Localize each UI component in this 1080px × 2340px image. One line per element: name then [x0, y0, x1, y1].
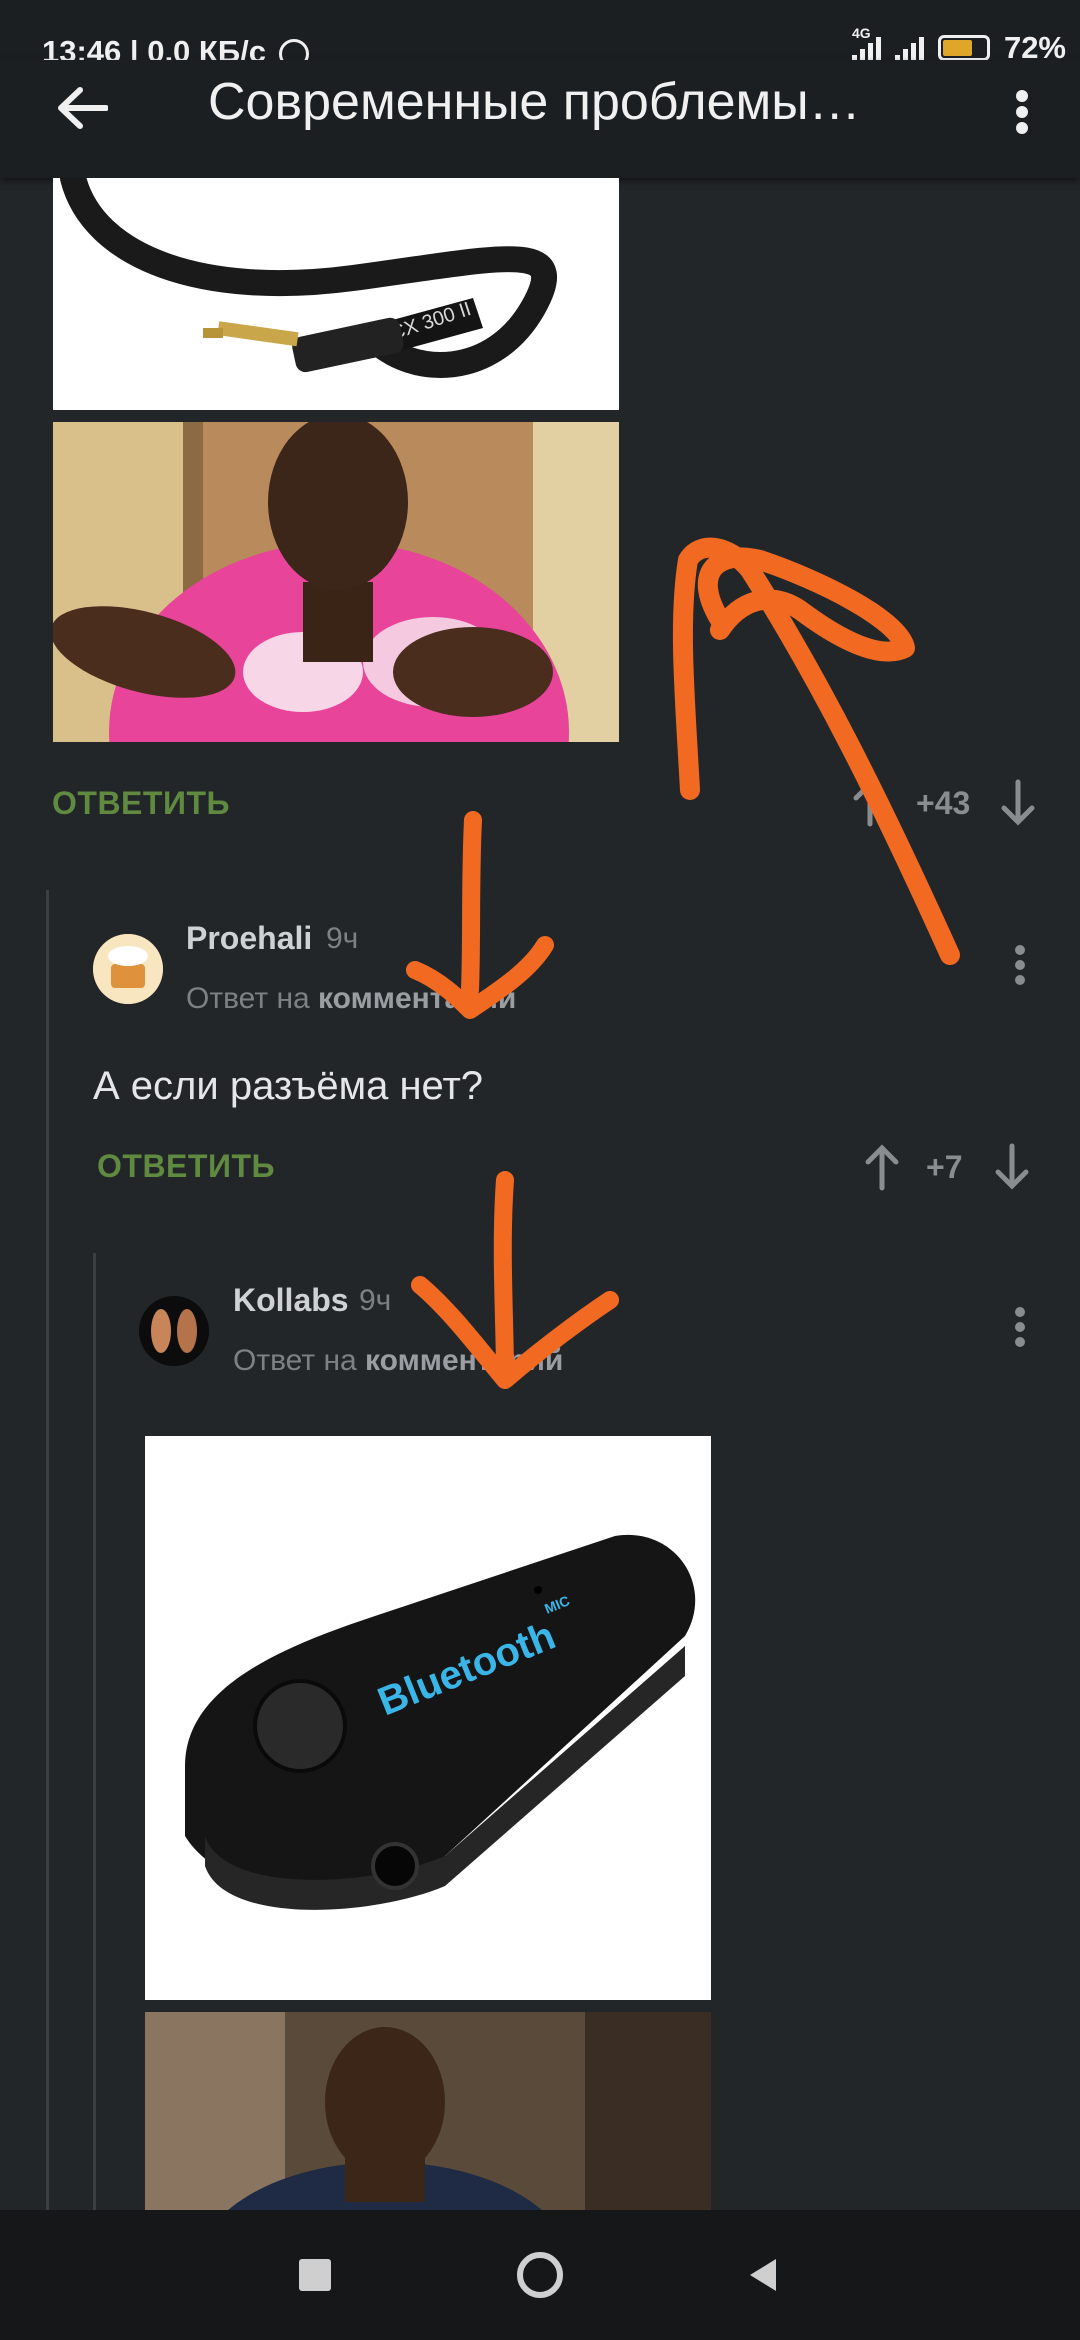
reaction-image-2[interactable] — [145, 2012, 711, 2210]
reply-target-link[interactable]: комментарий — [365, 1344, 563, 1377]
thread-line — [93, 1253, 96, 2210]
square-icon — [299, 2259, 331, 2291]
comment-text: А если разъёма нет? — [93, 1064, 484, 1108]
reply-target-link[interactable]: комментарий — [318, 982, 516, 1015]
avatar[interactable] — [93, 934, 163, 1004]
back-button[interactable] — [52, 78, 112, 138]
upvote-icon[interactable] — [850, 778, 890, 828]
comment-time: 9ч — [359, 1284, 392, 1317]
home-button[interactable] — [515, 2250, 565, 2300]
back-nav-button[interactable] — [738, 2250, 788, 2300]
triangle-back-icon — [750, 2259, 776, 2291]
back-arrow-icon — [58, 87, 108, 129]
comment-menu-button[interactable] — [1005, 940, 1035, 990]
downvote-icon[interactable] — [998, 778, 1038, 828]
reply-to-label[interactable]: Ответ на комментарий — [186, 982, 516, 1016]
comment-time: 9ч — [326, 922, 359, 955]
username[interactable]: Kollabs — [233, 1282, 349, 1319]
more-vertical-icon — [1015, 945, 1025, 985]
recents-button[interactable] — [290, 2250, 340, 2300]
reaction-image[interactable] — [53, 422, 619, 742]
signal-icon: 4G — [851, 25, 881, 63]
more-vertical-icon — [1016, 90, 1028, 134]
circle-icon — [517, 2252, 563, 2298]
vote-count: +7 — [926, 1148, 963, 1185]
comment-thread: CX 300 II ОТВЕТИТЬ +43 Proehali 9ч Ответ… — [0, 178, 1080, 2210]
comment-menu-button[interactable] — [1005, 1302, 1035, 1352]
reply-button[interactable]: ОТВЕТИТЬ — [97, 1148, 275, 1185]
username[interactable]: Proehali — [186, 920, 312, 957]
avatar[interactable] — [139, 1296, 209, 1366]
app-bar: Современные проблемы… — [0, 60, 1080, 178]
signal-icon-2 — [894, 33, 924, 63]
vote-count: +43 — [916, 784, 971, 821]
network-type: 4G — [851, 25, 871, 41]
more-options-button[interactable] — [1004, 82, 1040, 142]
reply-button[interactable]: ОТВЕТИТЬ — [52, 785, 230, 822]
page-title: Современные проблемы… — [208, 73, 861, 131]
vote-controls: +43 — [850, 778, 1038, 828]
battery-icon — [937, 35, 990, 61]
reply-to-label[interactable]: Ответ на комментарий — [233, 1344, 563, 1378]
downvote-icon[interactable] — [992, 1142, 1032, 1192]
bluetooth-adapter-image[interactable]: Bluetooth MIC — [145, 1436, 711, 2000]
more-vertical-icon — [1015, 1307, 1025, 1347]
thread-line — [46, 890, 49, 2210]
upvote-icon[interactable] — [862, 1142, 902, 1192]
vote-controls: +7 — [862, 1142, 1032, 1192]
cable-image[interactable]: CX 300 II — [53, 178, 619, 410]
system-nav-bar — [0, 2210, 1080, 2340]
